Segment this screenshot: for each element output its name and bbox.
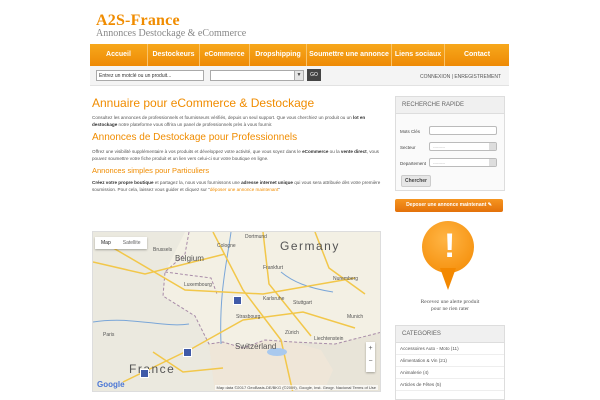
- intro-text-1: Consultez les annonces de professionnels…: [92, 115, 353, 120]
- search-input[interactable]: [96, 70, 204, 81]
- pro-text-2: ou la: [328, 149, 341, 154]
- page-title: Annuaire pour eCommerce & Destockage: [92, 96, 315, 110]
- satellite-tab[interactable]: Satellite: [116, 237, 147, 249]
- zoom-in-icon[interactable]: +: [366, 342, 375, 355]
- intro-text-2: notre plateforme vous offrira un panel d…: [117, 122, 273, 127]
- map-label-paris: Paris: [103, 332, 115, 338]
- search-bar: ▼ GO CONNEXION | ENREGISTREMENT: [90, 66, 509, 86]
- map-marker-pin[interactable]: [233, 296, 242, 305]
- map-zoom-control[interactable]: + −: [366, 342, 375, 372]
- chevron-down-icon: [489, 143, 496, 150]
- pro-bold-1: eCommerce: [302, 149, 329, 154]
- map-marker-pin[interactable]: [183, 348, 192, 357]
- go-button[interactable]: GO: [307, 69, 321, 81]
- alert-text: Recevez une alerte produit pour ne rien r…: [395, 299, 505, 313]
- map-label-munich: Munich: [347, 314, 364, 320]
- google-logo: Google: [97, 380, 125, 389]
- google-map[interactable]: Map Satellite Germany Belgium Luxembourg…: [92, 231, 381, 392]
- sector-value: ---------: [433, 144, 445, 149]
- particuliers-paragraph: Créez votre propre boutique et partagez …: [92, 179, 385, 193]
- chevron-down-icon: ▼: [294, 71, 303, 80]
- pro-paragraph: Offrez une visibilité supplémentaire à v…: [92, 148, 385, 162]
- main-nav: Accueil Destockeurs eCommerce Dropshippi…: [90, 44, 509, 66]
- map-label-germany: Germany: [280, 239, 340, 253]
- map-credits: Map data ©2017 GeoBasis-DE/BKG (©2009), …: [214, 385, 378, 390]
- nav-item-accueil[interactable]: Accueil: [90, 44, 148, 66]
- category-item[interactable]: Articles de Fêtes (5): [396, 379, 504, 391]
- part-text-3: ": [278, 187, 280, 192]
- nav-item-soumettre[interactable]: Soumettre une annonce: [307, 44, 392, 66]
- categories-title: CATEGORIES: [396, 326, 504, 343]
- part-text-1: et partagez la, nous vous fournissons un…: [153, 180, 242, 185]
- site-header: A2S-France Annonces Destockage & eCommer…: [0, 0, 600, 44]
- map-label-luxembourg: Luxembourg: [184, 282, 212, 288]
- intro-paragraph: Consultez les annonces de professionnels…: [92, 114, 385, 128]
- pro-bold-2: vente direct: [340, 149, 367, 154]
- map-label-strasbourg: Strasbourg: [236, 314, 261, 320]
- post-ad-button[interactable]: Deposer une annonce maintenant ✎: [395, 199, 503, 212]
- map-label-frankfurt: Frankfurt: [263, 265, 284, 271]
- map-label-brussels: Brussels: [153, 247, 173, 253]
- map-label-dortmund: Dortmund: [245, 234, 267, 240]
- map-tab[interactable]: Map: [95, 237, 117, 249]
- pro-text-1: Offrez une visibilité supplémentaire à v…: [92, 149, 303, 154]
- map-label-nuremberg: Nuremberg: [333, 276, 359, 282]
- part-bold-2: adresse internet unique: [241, 180, 293, 185]
- map-label-karlsruhe: Karlsruhe: [263, 296, 285, 302]
- deposer-link[interactable]: déposer une annonce maintenant: [210, 187, 278, 192]
- keyword-input[interactable]: [429, 126, 497, 135]
- main-content: Annuaire pour eCommerce & Destockage Con…: [92, 96, 385, 197]
- product-alert-banner[interactable]: ! Recevez une alerte produit pour ne rien…: [395, 218, 505, 318]
- categories-box: CATEGORIES Accessoires Auto - Moto (11) …: [395, 325, 505, 400]
- category-item[interactable]: Alimentation & Vin (21): [396, 355, 504, 367]
- auth-links: CONNEXION | ENREGISTREMENT: [420, 74, 501, 80]
- sector-label: Secteur: [400, 145, 416, 150]
- map-label-france: France: [129, 362, 176, 376]
- sidebar: RECHERCHE RAPIDE Mots Clés Secteur -----…: [395, 96, 505, 191]
- zoom-out-icon[interactable]: −: [366, 355, 375, 368]
- department-value: ---------: [433, 160, 445, 165]
- pro-heading: Annonces de Destockage pour Professionne…: [92, 132, 298, 143]
- nav-item-destockeurs[interactable]: Destockeurs: [148, 44, 200, 66]
- department-select[interactable]: ---------: [429, 158, 497, 167]
- nav-item-liens-sociaux[interactable]: Liens sociaux: [392, 44, 445, 66]
- login-link[interactable]: CONNEXION: [420, 74, 450, 80]
- category-item[interactable]: Animalerie (4): [396, 367, 504, 379]
- map-label-zurich: Zürich: [285, 330, 299, 336]
- map-label-belgium: Belgium: [175, 254, 204, 263]
- exclamation-icon: !: [444, 227, 456, 265]
- sector-select[interactable]: ---------: [429, 142, 497, 151]
- register-link[interactable]: ENREGISTREMENT: [454, 74, 501, 80]
- chercher-button[interactable]: Chercher: [401, 175, 431, 187]
- category-select[interactable]: ▼: [210, 70, 304, 81]
- quick-search-box: RECHERCHE RAPIDE Mots Clés Secteur -----…: [395, 96, 505, 191]
- chevron-down-icon: [489, 159, 496, 166]
- alert-line-2: pour ne rien rater: [430, 306, 470, 312]
- logo-subtitle: Annonces Destockage & eCommerce: [96, 28, 247, 39]
- category-item[interactable]: Accessoires Auto - Moto (11): [396, 343, 504, 355]
- map-label-liechtenstein: Liechtenstein: [314, 336, 344, 342]
- map-label-stuttgart: Stuttgart: [293, 300, 312, 306]
- map-label-switzerland: Switzerland: [235, 342, 277, 351]
- alert-pin-tip: [440, 268, 456, 290]
- nav-item-contact[interactable]: Contact: [445, 44, 509, 66]
- map-marker-pin[interactable]: [140, 369, 149, 378]
- quick-search-title: RECHERCHE RAPIDE: [396, 97, 504, 114]
- particuliers-heading: Annonces simples pour Particuliers: [92, 166, 210, 175]
- department-label: Departement: [400, 161, 427, 166]
- alert-line-1: Recevez une alerte produit: [420, 299, 480, 305]
- nav-item-dropshipping[interactable]: Dropshipping: [250, 44, 307, 66]
- map-type-toggle: Map Satellite: [95, 237, 147, 249]
- keyword-label: Mots Clés: [400, 129, 421, 134]
- map-label-cologne: Cologne: [217, 243, 236, 249]
- nav-item-ecommerce[interactable]: eCommerce: [200, 44, 250, 66]
- part-bold-1: Créez votre propre boutique: [92, 180, 154, 185]
